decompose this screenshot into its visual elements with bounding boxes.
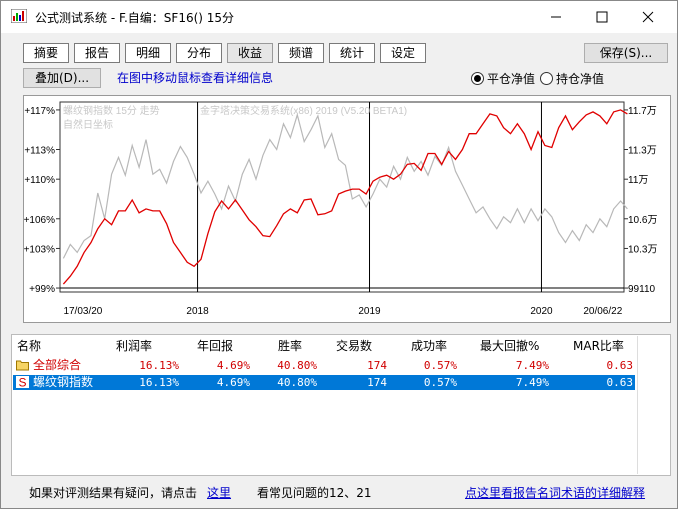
cell-success: 0.57% (423, 359, 457, 372)
table-row[interactable]: 全部综合 16.13% 4.69% 40.80% 174 0.57% 7.49%… (13, 358, 635, 373)
minimize-button[interactable] (533, 1, 579, 33)
cell-annual: 4.69% (216, 376, 250, 389)
folder-icon (16, 360, 29, 371)
footer-question-text: 如果对评测结果有疑问，请点击 (29, 486, 198, 500)
cell-trades: 174 (367, 376, 387, 389)
equity-chart-svg: +117% 11.7万 +113% 11.3万 +110% 11万 +106% 10.6万 +1… (24, 101, 657, 317)
col-header-trades[interactable]: 交易数 (336, 337, 372, 354)
y-right-tick-label: 99110 (628, 284, 656, 295)
maximize-icon (596, 11, 608, 23)
tab-returns[interactable]: 收益 (227, 43, 273, 63)
cell-profit: 16.13% (139, 376, 179, 389)
col-header-drawdown[interactable]: 最大回撤% (480, 337, 539, 354)
footer-glossary-link[interactable]: 点这里看报告名词术语的详细解释 (465, 484, 645, 501)
y-right-tick-label: 11万 (628, 175, 648, 186)
plot-frame (59, 101, 625, 293)
col-header-mar[interactable]: MAR比率 (573, 337, 624, 354)
x-tick-label: 2020 (530, 306, 553, 317)
radio-closed-equity-label: 平仓净值 (487, 72, 536, 86)
title-bar: 公式测试系统 - F.自编：SF16() 15分 (1, 1, 677, 33)
y-right-tick-label: 10.6万 (628, 215, 657, 226)
y-left-tick-label: +117% (24, 106, 55, 117)
cell-annual: 4.69% (216, 359, 250, 372)
radio-checked-icon (471, 72, 484, 85)
cell-mar: 0.63 (606, 359, 634, 372)
tab-distribution[interactable]: 分布 (176, 43, 222, 63)
equity-chart[interactable]: +117% 11.7万 +113% 11.3万 +110% 11万 +106% 10.6万 +1… (23, 95, 671, 323)
tab-detail[interactable]: 明细 (125, 43, 171, 63)
footer: 如果对评测结果有疑问，请点击 这里 看常见问题的12、21 点这里看报告名词术语… (1, 481, 677, 503)
title-detail: F.自编：SF16() 15分 (119, 11, 235, 25)
results-table: 名称 利润率 年回报 胜率 交易数 成功率 最大回撤% MAR比率 全部综合 1… (11, 334, 671, 476)
col-header-profit[interactable]: 利润率 (116, 337, 152, 354)
x-tick-label: 17/03/20 (63, 306, 102, 317)
legend-price-series: 螺纹钢指数 15分 走势 (63, 104, 160, 117)
table-row-selected[interactable]: S 螺纹钢指数 16.13% 4.69% 40.80% 174 0.57% 7.… (13, 375, 635, 390)
radio-open-equity-label: 持仓净值 (556, 72, 605, 86)
cell-drawdown: 7.49% (515, 359, 549, 372)
close-icon (642, 11, 654, 23)
y-right-tick-label: 11.7万 (628, 106, 657, 117)
cell-drawdown: 7.49% (515, 376, 549, 389)
minimize-icon (551, 16, 561, 18)
y-left-tick-label: +113% (24, 146, 55, 157)
tab-settings[interactable]: 设定 (380, 43, 426, 63)
tab-statistics[interactable]: 统计 (329, 43, 375, 63)
y-right-tick-label: 11.3万 (628, 146, 657, 157)
y-left-tick-label: +99% (29, 284, 55, 295)
cell-trades: 174 (367, 359, 387, 372)
cell-winrate: 40.80% (277, 376, 317, 389)
footer-faq-text: 看常见问题的12、21 (257, 486, 372, 500)
x-tick-label: 2019 (358, 306, 381, 317)
chart-hint-text: 在图中移动鼠标查看详细信息 (117, 71, 274, 85)
tab-spectrum[interactable]: 频谱 (278, 43, 324, 63)
title-separator: - (110, 11, 116, 25)
maximize-button[interactable] (579, 1, 625, 33)
cell-mar: 0.63 (606, 376, 634, 389)
table-divider (637, 336, 638, 474)
radio-unchecked-icon (540, 72, 553, 85)
overlay-button[interactable]: 叠加(D)... (23, 68, 101, 88)
row-name: 螺纹钢指数 (33, 375, 94, 389)
col-header-annual[interactable]: 年回报 (197, 337, 233, 354)
cell-profit: 16.13% (139, 359, 179, 372)
x-tick-label: 2018 (186, 306, 209, 317)
tab-summary[interactable]: 摘要 (23, 43, 69, 63)
y-right-tick-label: 10.3万 (628, 244, 657, 255)
row-name: 全部综合 (33, 358, 82, 372)
strategy-s-icon: S (16, 376, 29, 388)
legend-system-name: 金字塔决策交易系统(x86) 2019 (V5.20 BETA1) (200, 104, 407, 117)
col-header-success[interactable]: 成功率 (411, 337, 447, 354)
radio-open-equity[interactable]: 持仓净值 (540, 70, 604, 87)
y-left-tick-label: +110% (24, 175, 55, 186)
x-tick-label: 20/06/22 (583, 306, 622, 317)
window-title: 公式测试系统 - F.自编：SF16() 15分 (35, 9, 234, 26)
app-name: 公式测试系统 (35, 11, 108, 25)
axis-mode-label: 自然日坐标 (63, 118, 113, 131)
save-button[interactable]: 保存(S)... (584, 43, 668, 63)
y-left-tick-label: +103% (24, 244, 55, 255)
tab-report[interactable]: 报告 (74, 43, 120, 63)
close-button[interactable] (625, 1, 671, 33)
cell-winrate: 40.80% (277, 359, 317, 372)
y-left-tick-label: +106% (24, 215, 55, 226)
footer-here-link[interactable]: 这里 (207, 484, 231, 501)
app-icon (11, 9, 27, 23)
col-header-name[interactable]: 名称 (17, 337, 41, 354)
svg-text:S: S (19, 376, 27, 388)
col-header-winrate[interactable]: 胜率 (278, 337, 302, 354)
cell-success: 0.57% (423, 376, 457, 389)
main-window: 公式测试系统 - F.自编：SF16() 15分 摘要 报告 明细 分布 收益 … (0, 0, 678, 509)
radio-closed-equity[interactable]: 平仓净值 (471, 70, 535, 87)
